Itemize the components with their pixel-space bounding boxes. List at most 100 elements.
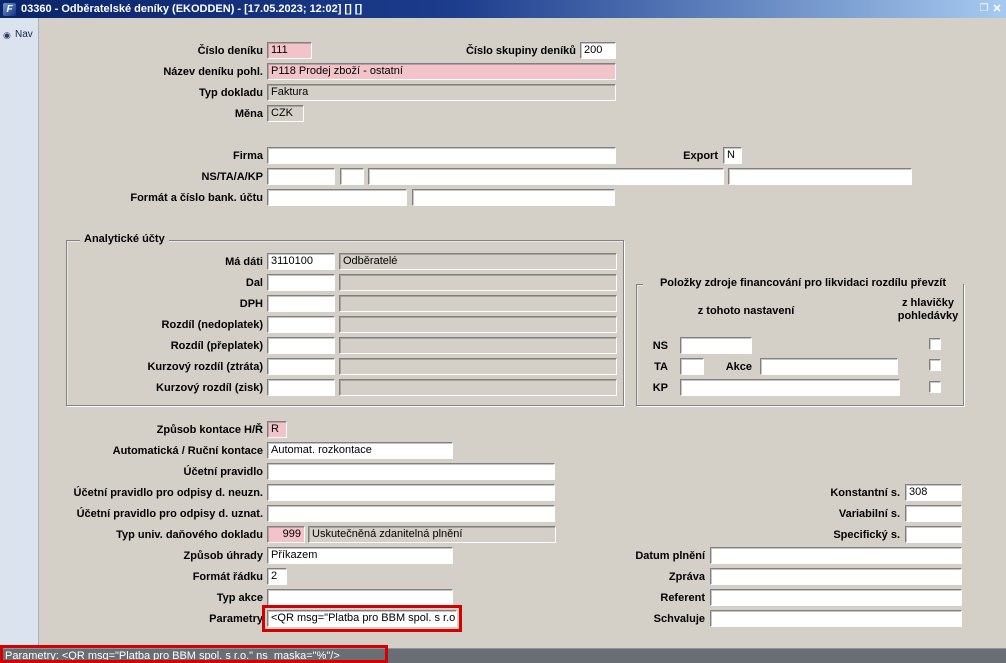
nazev-deniku-field[interactable]: P118 Prodej zboží - ostatní	[267, 63, 616, 80]
col-z-hlavicky-label-line2: pohledávky	[897, 310, 959, 322]
datum-plneni-field[interactable]	[710, 547, 962, 564]
rozdil-preplatek-label: Rozdíl (přeplatek)	[170, 340, 263, 352]
akce-label: Akce	[725, 361, 752, 373]
schvaluje-field[interactable]	[710, 610, 962, 627]
cislo-skupiny-deniku-field[interactable]: 200	[580, 42, 616, 59]
ucetni-pravidlo-label: Účetní pravidlo	[183, 466, 263, 478]
format-radku-label: Formát řádku	[192, 571, 263, 583]
statusbar: Parametry: <QR msg="Platba pro BBM spol.…	[0, 648, 1006, 663]
analyticke-ucty-title: Analytické účty	[80, 233, 169, 246]
referent-label: Referent	[660, 592, 705, 604]
kurzovy-rozdil-ztrata-account-field[interactable]	[267, 358, 335, 375]
specificky-s-field[interactable]	[905, 526, 962, 543]
typ-akce-field[interactable]	[267, 589, 453, 606]
ns-ta-a-kp-field-3[interactable]	[368, 168, 724, 185]
datum-plneni-label: Datum plnění	[635, 550, 705, 562]
rozdil-nedoplatek-label: Rozdíl (nedoplatek)	[161, 319, 263, 331]
ns-field[interactable]	[680, 337, 752, 354]
ucetni-pravidlo-uznat-field[interactable]	[267, 505, 555, 522]
ma-dati-name-field: Odběratelé	[339, 253, 617, 270]
parametry-label: Parametry	[209, 613, 263, 625]
specificky-s-label: Specifický s.	[833, 529, 900, 541]
close-button[interactable]: ✕	[990, 2, 1004, 16]
ns-ta-a-kp-field-2[interactable]	[340, 168, 364, 185]
kp-field[interactable]	[680, 379, 900, 396]
typ-akce-label: Typ akce	[216, 592, 263, 604]
rozdil-preplatek-name-field	[339, 337, 617, 354]
ns-ta-a-kp-field-1[interactable]	[267, 168, 335, 185]
restore-button[interactable]: ❐	[977, 2, 991, 16]
zpusob-kontace-label: Způsob kontace H/Ř	[156, 424, 263, 436]
ta-prevzit-checkbox[interactable]	[929, 359, 941, 371]
ns-ta-a-kp-field-4[interactable]	[728, 168, 912, 185]
ns-prevzit-checkbox[interactable]	[929, 338, 941, 350]
format-bank-uctu-label: Formát a číslo bank. účtu	[130, 192, 263, 204]
typ-univ-dokladu-code-field[interactable]: 999	[267, 526, 305, 543]
cislo-deniku-field[interactable]: 111	[267, 42, 312, 59]
zpusob-uhrady-label: Způsob úhrady	[183, 550, 263, 562]
kurzovy-rozdil-zisk-account-field[interactable]	[267, 379, 335, 396]
parametry-field[interactable]: <QR msg="Platba pro BBM spol. s r.o."	[267, 610, 457, 627]
rozdil-nedoplatek-account-field[interactable]	[267, 316, 335, 333]
col-z-tohoto-nastaveni-label: z tohoto nastavení	[697, 305, 795, 317]
kp-prevzit-checkbox[interactable]	[929, 381, 941, 393]
firma-field[interactable]	[267, 147, 616, 164]
application-window: F 03360 - Odběratelské deníky (EKODDEN) …	[0, 0, 1006, 663]
ta-label: TA	[654, 361, 668, 373]
window-title: 03360 - Odběratelské deníky (EKODDEN) - …	[21, 3, 363, 15]
nav-icon: ◉	[3, 30, 11, 40]
zprava-field[interactable]	[710, 568, 962, 585]
sidebar-item-nav[interactable]: Nav	[15, 29, 33, 40]
variabilni-s-field[interactable]	[905, 505, 962, 522]
kontace-label: Automatická / Ruční kontace	[112, 445, 263, 457]
polozky-zdroje-title: Položky zdroje financování pro likvidaci…	[643, 277, 963, 290]
col-z-hlavicky-label-line1: z hlavičky	[902, 297, 954, 309]
dph-name-field	[339, 295, 617, 312]
cislo-deniku-label: Číslo deníku	[197, 45, 263, 57]
ma-dati-label: Má dáti	[225, 256, 263, 268]
dph-account-field[interactable]	[267, 295, 335, 312]
schvaluje-label: Schvaluje	[653, 613, 705, 625]
ucetni-pravidlo-neuzn-field[interactable]	[267, 484, 555, 501]
ucetni-pravidlo-uznat-label: Účetní pravidlo pro odpisy d. uznat.	[76, 508, 263, 520]
dal-account-field[interactable]	[267, 274, 335, 291]
kurzovy-rozdil-zisk-name-field	[339, 379, 617, 396]
nazev-deniku-label: Název deníku pohl.	[163, 66, 263, 78]
kurzovy-rozdil-zisk-label: Kurzový rozdíl (zisk)	[156, 382, 263, 394]
mena-label: Měna	[234, 108, 263, 120]
export-field[interactable]: N	[723, 147, 742, 164]
ucetni-pravidlo-neuzn-label: Účetní pravidlo pro odpisy d. neuzn.	[73, 487, 263, 499]
export-label: Export	[683, 150, 718, 162]
dal-name-field	[339, 274, 617, 291]
app-icon: F	[3, 2, 16, 16]
typ-dokladu-field: Faktura	[267, 84, 616, 101]
titlebar: F 03360 - Odběratelské deníky (EKODDEN) …	[0, 0, 1006, 18]
dph-label: DPH	[239, 298, 263, 310]
rozdil-preplatek-account-field[interactable]	[267, 337, 335, 354]
kp-label: KP	[652, 382, 668, 394]
format-bank-uctu-field-1[interactable]	[267, 189, 407, 206]
typ-univ-dokladu-label: Typ univ. daňového dokladu	[116, 529, 263, 541]
ns-label: NS	[652, 340, 668, 352]
zpusob-kontace-field[interactable]: R	[267, 421, 287, 438]
konstantni-s-field[interactable]: 308	[905, 484, 962, 501]
ns-ta-a-kp-label: NS/TA/A/KP	[201, 171, 263, 183]
typ-dokladu-label: Typ dokladu	[199, 87, 263, 99]
statusbar-text: Parametry: <QR msg="Platba pro BBM spol.…	[5, 650, 340, 662]
firma-label: Firma	[233, 150, 263, 162]
zpusob-uhrady-field[interactable]: Příkazem	[267, 547, 453, 564]
ucetni-pravidlo-field[interactable]	[267, 463, 555, 480]
kurzovy-rozdil-ztrata-label: Kurzový rozdíl (ztráta)	[147, 361, 263, 373]
rozdil-nedoplatek-name-field	[339, 316, 617, 333]
ma-dati-account-field[interactable]: 3110100	[267, 253, 335, 270]
format-bank-uctu-field-2[interactable]	[412, 189, 615, 206]
konstantni-s-label: Konstantní s.	[830, 487, 900, 499]
cislo-skupiny-deniku-label: Číslo skupiny deníků	[465, 45, 576, 57]
kurzovy-rozdil-ztrata-name-field	[339, 358, 617, 375]
referent-field[interactable]	[710, 589, 962, 606]
format-radku-field[interactable]: 2	[267, 568, 287, 585]
typ-univ-dokladu-name-field: Uskutečněná zdanitelná plnění	[308, 526, 556, 543]
dal-label: Dal	[245, 277, 263, 289]
kontace-field[interactable]: Automat. rozkontace	[267, 442, 453, 459]
akce-field[interactable]	[760, 358, 898, 375]
